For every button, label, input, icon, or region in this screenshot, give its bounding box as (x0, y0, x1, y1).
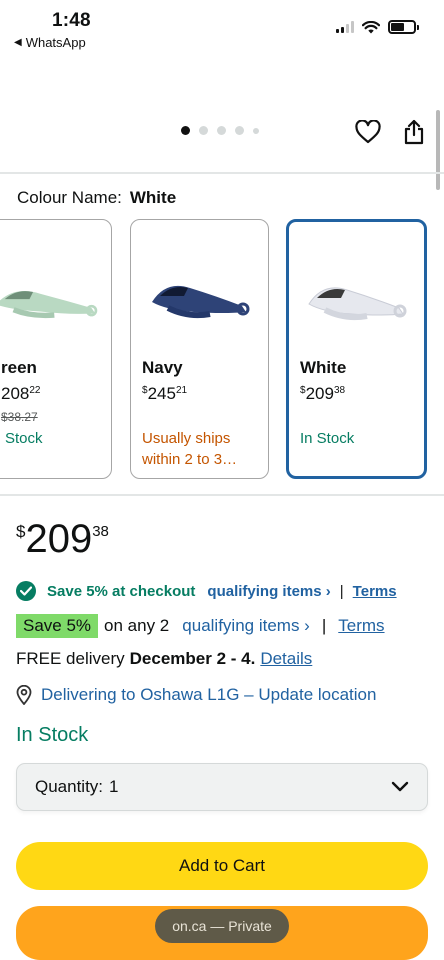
status-bar: 1:48 ◀ WhatsApp (0, 0, 444, 60)
divider (0, 172, 444, 174)
location-pin-icon (16, 685, 32, 705)
save-at-checkout-text: Save 5% at checkout (47, 582, 196, 600)
delivery-prefix: FREE delivery (16, 649, 125, 668)
cellular-signal-icon (336, 21, 354, 33)
carousel-dot[interactable] (235, 126, 244, 135)
heart-icon[interactable] (354, 118, 382, 146)
swatch-availability: Usually ships within 2 to 3… (142, 430, 238, 468)
price-currency: $ (16, 522, 26, 541)
back-triangle-icon: ◀ (14, 37, 22, 48)
delivery-row: FREE delivery December 2 - 4. Details (16, 649, 312, 669)
back-to-app-link[interactable]: ◀ WhatsApp (14, 35, 86, 50)
chevron-down-icon (391, 781, 409, 792)
swatch-price: 20822 (1, 384, 41, 403)
separator: | (339, 582, 344, 600)
stock-status: In Stock (16, 724, 89, 746)
location-row[interactable]: Delivering to Oshawa L1G – Update locati… (16, 685, 376, 705)
status-time: 1:48 (52, 10, 91, 31)
swatch-name: White (300, 358, 347, 377)
quantity-select[interactable]: Quantity: 1 (16, 763, 428, 811)
promo-checkout-row: Save 5% at checkout qualifying items › |… (16, 581, 397, 601)
separator: | (321, 616, 327, 635)
colour-swatch-navy[interactable]: Navy $24521 Usually ships within 2 to 3… (130, 219, 269, 479)
carousel-dot[interactable] (199, 126, 208, 135)
colour-swatch-white[interactable]: White $20938 In Stock (286, 219, 427, 479)
share-icon[interactable] (400, 118, 428, 146)
swatch-name: reen (1, 358, 37, 377)
save-badge: Save 5% (16, 614, 99, 638)
promo-text: on any 2 (104, 616, 170, 635)
carousel-dot[interactable] (181, 126, 190, 135)
product-price: $ 209 38 (16, 515, 109, 563)
quantity-value: 1 (109, 777, 119, 796)
price-whole: 209 (25, 517, 93, 561)
browser-address-toast[interactable]: on.ca — Private (155, 909, 289, 943)
details-link[interactable]: Details (260, 649, 312, 669)
delivery-dates: December 2 - 4. (129, 649, 256, 668)
carousel-dot[interactable] (217, 126, 226, 135)
swatch-name: Navy (142, 358, 183, 377)
colour-name-label: Colour Name: (17, 188, 122, 207)
swatch-availability: Stock (5, 430, 43, 447)
swatch-old-price: $38.27 (1, 410, 38, 424)
wifi-icon (362, 20, 380, 33)
colour-name-value: White (129, 188, 177, 207)
product-image-navy (131, 240, 268, 360)
add-to-cart-button[interactable]: Add to Cart (16, 842, 428, 890)
terms-link[interactable]: Terms (353, 583, 397, 600)
price-fraction: 38 (92, 523, 109, 540)
qualifying-items-link[interactable]: qualifying items › (207, 583, 330, 600)
promo-bundle-row: Save 5% on any 2 qualifying items › | Te… (16, 614, 385, 638)
colour-swatch-green[interactable]: reen 20822 $38.27 Stock (0, 219, 112, 479)
qualifying-items-link[interactable]: qualifying items › (182, 616, 310, 636)
colour-name-line: Colour Name: White (17, 188, 176, 208)
divider (0, 494, 444, 496)
product-image-white (289, 242, 424, 362)
terms-link[interactable]: Terms (338, 616, 384, 636)
product-image-green (0, 240, 111, 360)
quantity-label: Quantity: (35, 777, 104, 796)
swatch-availability: In Stock (300, 430, 355, 447)
checkmark-icon (16, 581, 36, 601)
status-icons (336, 20, 419, 34)
image-carousel-dots[interactable] (181, 126, 259, 135)
back-app-label: WhatsApp (25, 35, 86, 50)
delivery-location-link[interactable]: Delivering to Oshawa L1G – Update locati… (41, 685, 376, 705)
battery-icon (388, 20, 419, 34)
carousel-dot[interactable] (253, 127, 259, 134)
scrollbar[interactable] (436, 110, 440, 190)
swatch-price: $20938 (300, 384, 346, 403)
swatch-price: $24521 (142, 384, 188, 403)
